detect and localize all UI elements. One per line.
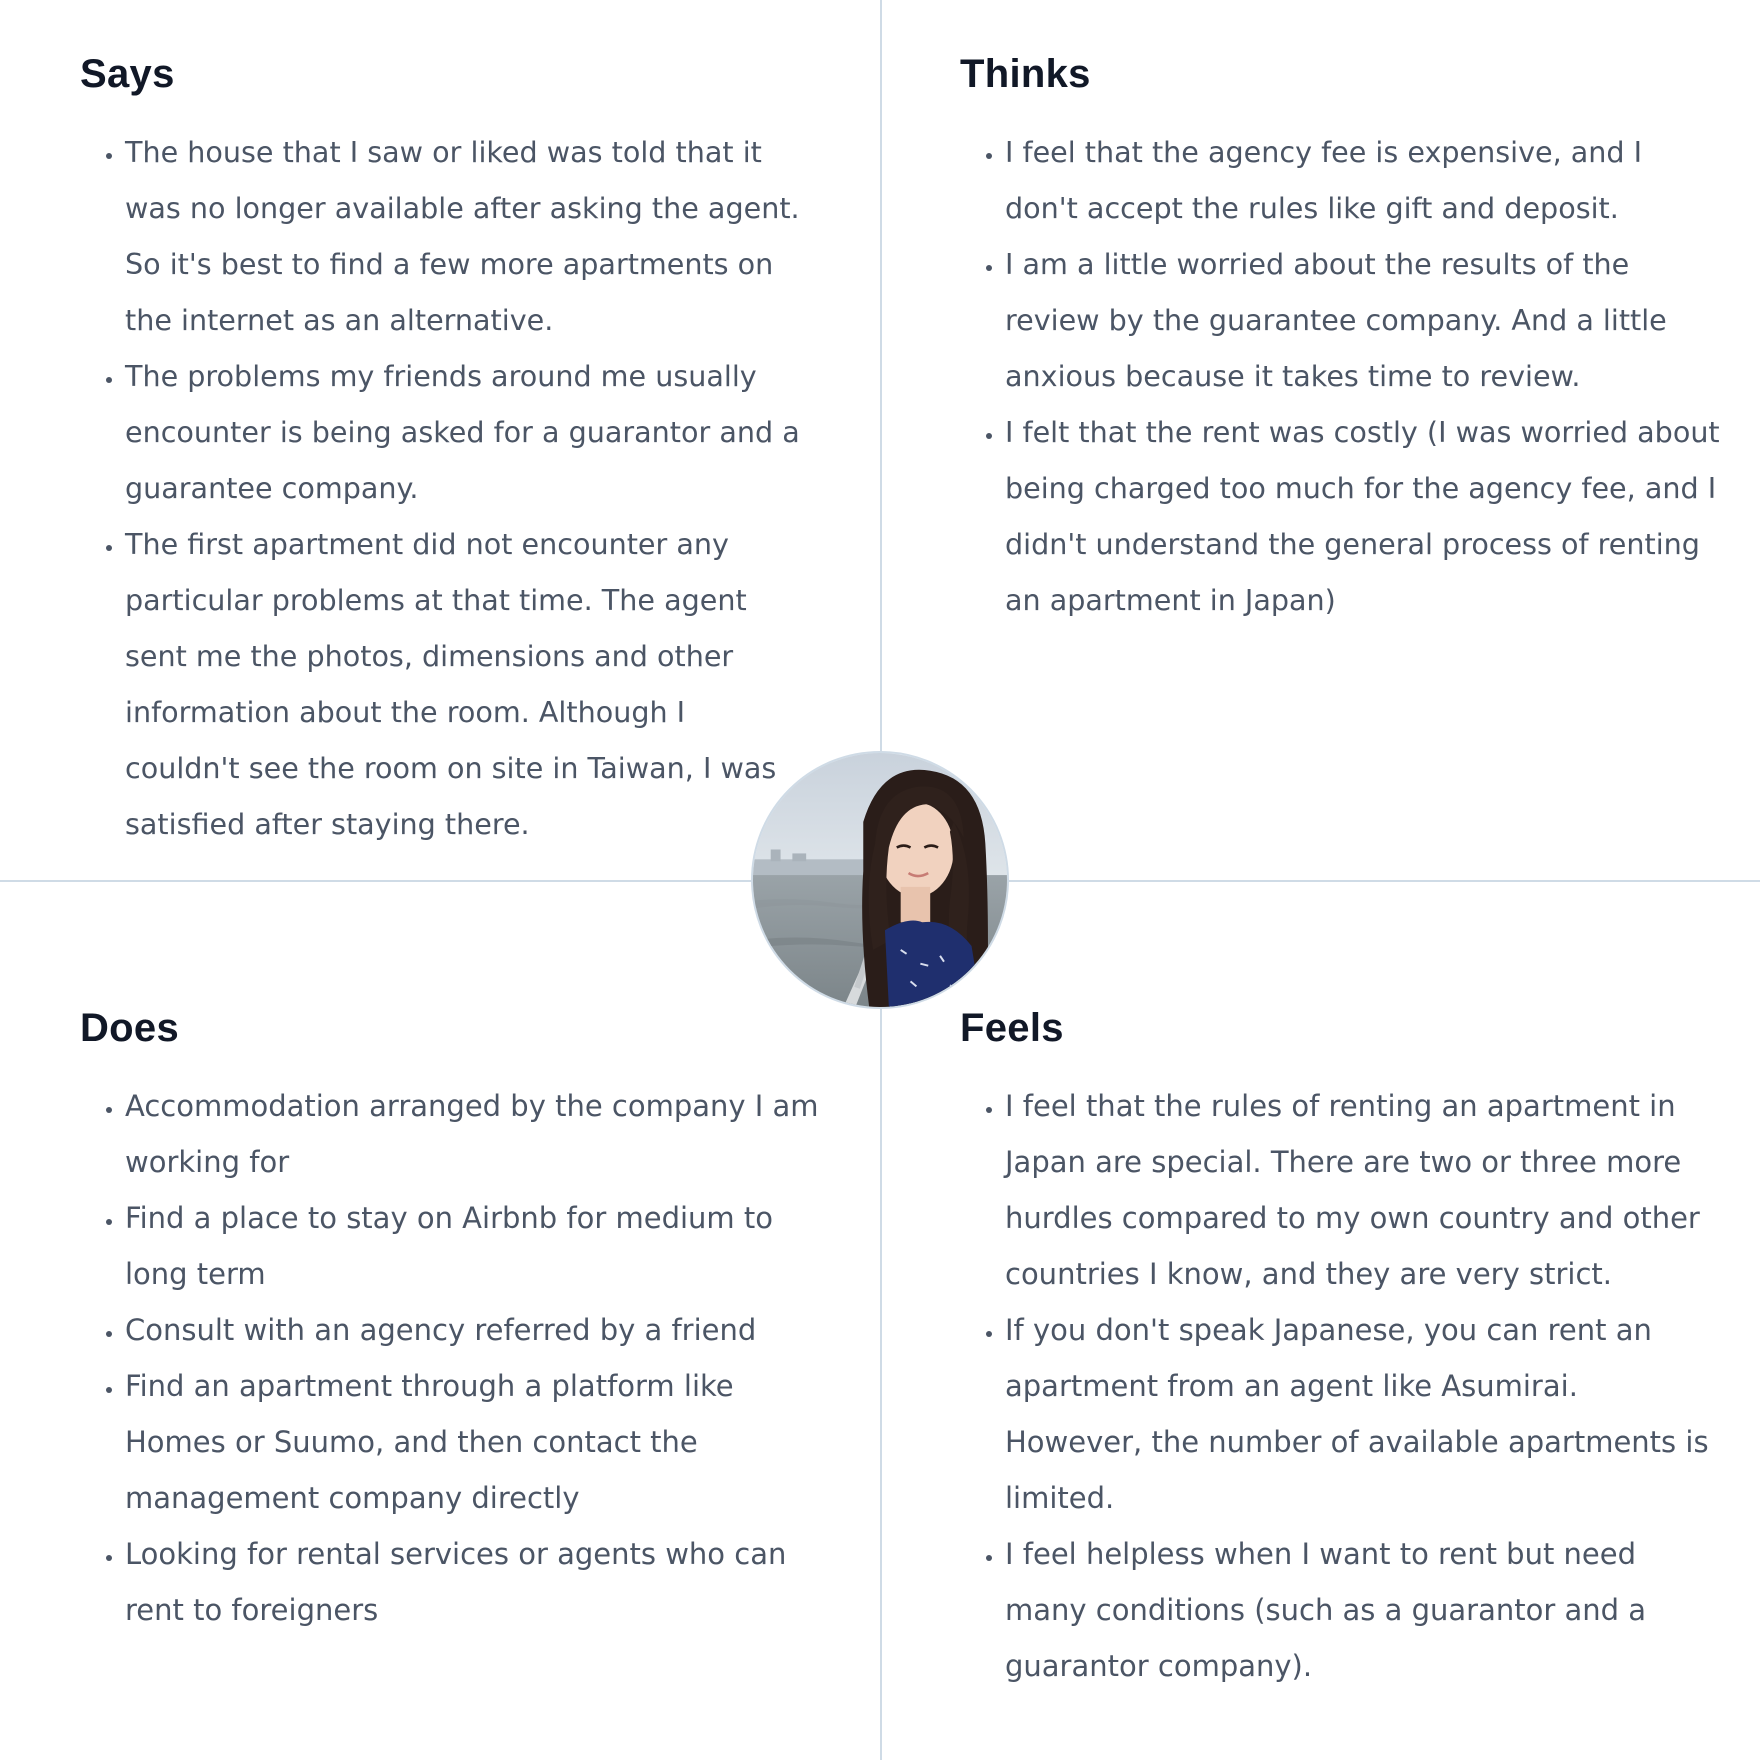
list-item: Find a place to stay on Airbnb for mediu… <box>125 1190 820 1302</box>
list-item: Looking for rental services or agents wh… <box>125 1526 820 1638</box>
list-item: I feel that the agency fee is expensive,… <box>1005 124 1720 236</box>
list-item: I am a little worried about the results … <box>1005 236 1720 404</box>
says-quadrant: Says The house that I saw or liked was t… <box>80 50 800 852</box>
list-item: The first apartment did not encounter an… <box>125 516 800 852</box>
list-item: If you don't speak Japanese, you can ren… <box>1005 1302 1720 1526</box>
does-title: Does <box>80 1006 180 1050</box>
list-item: Find an apartment through a platform lik… <box>125 1358 820 1526</box>
persona-photo-icon <box>753 753 1007 1007</box>
feels-quadrant: Feels I feel that the rules of renting a… <box>960 1004 1720 1694</box>
list-item: I feel helpless when I want to rent but … <box>1005 1526 1720 1694</box>
does-list: Accommodation arranged by the company I … <box>80 1078 820 1638</box>
feels-list: I feel that the rules of renting an apar… <box>960 1078 1720 1694</box>
list-item: I feel that the rules of renting an apar… <box>1005 1078 1720 1302</box>
says-list: The house that I saw or liked was told t… <box>80 124 800 852</box>
thinks-list: I feel that the agency fee is expensive,… <box>960 124 1720 628</box>
feels-title: Feels <box>960 1006 1064 1050</box>
list-item: Consult with an agency referred by a fri… <box>125 1302 820 1358</box>
list-item: Accommodation arranged by the company I … <box>125 1078 820 1190</box>
list-item: The problems my friends around me usuall… <box>125 348 800 516</box>
does-quadrant: Does Accommodation arranged by the compa… <box>80 1004 820 1638</box>
thinks-quadrant: Thinks I feel that the agency fee is exp… <box>960 50 1720 628</box>
thinks-title: Thinks <box>960 52 1091 96</box>
says-title: Says <box>80 52 175 96</box>
list-item: The house that I saw or liked was told t… <box>125 124 800 348</box>
persona-avatar <box>751 751 1009 1009</box>
list-item: I felt that the rent was costly (I was w… <box>1005 404 1720 628</box>
